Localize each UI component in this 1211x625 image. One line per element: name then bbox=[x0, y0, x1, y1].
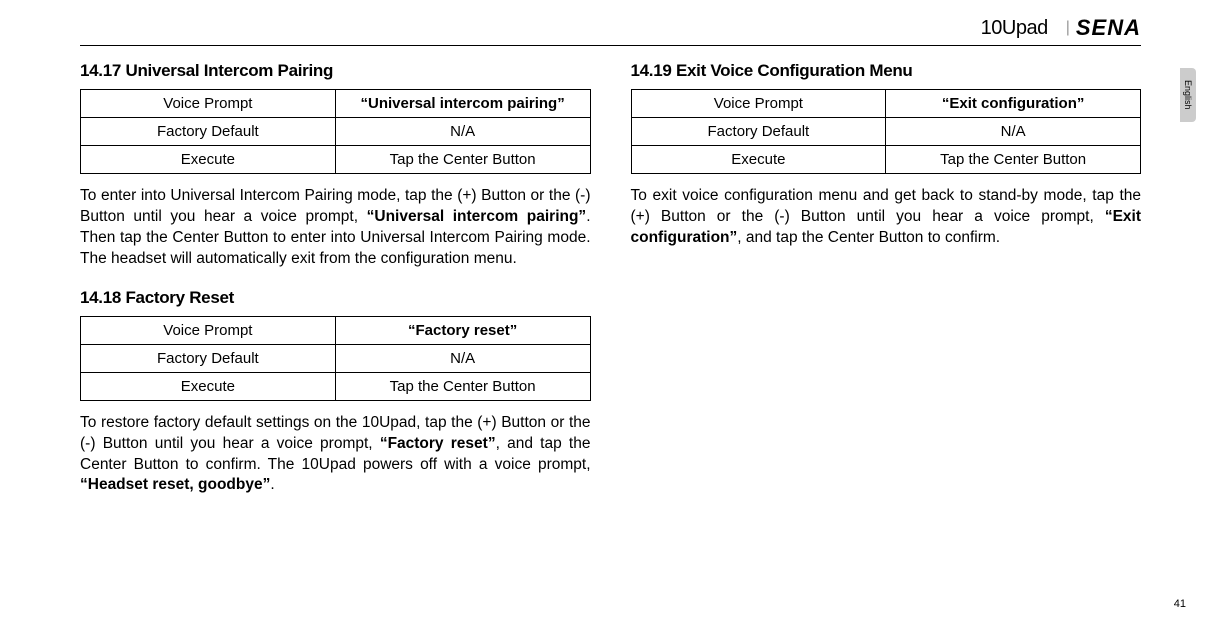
main-content: 14.17 Universal Intercom Pairing Voice P… bbox=[80, 61, 1141, 514]
page-header: 10Upad | SENA bbox=[80, 15, 1141, 46]
table-1419: Voice Prompt “Exit configuration” Factor… bbox=[631, 89, 1142, 174]
table-cell: Voice Prompt bbox=[81, 316, 336, 344]
table-1417: Voice Prompt “Universal intercom pairing… bbox=[80, 89, 591, 174]
paragraph-1417: To enter into Universal Intercom Pairing… bbox=[80, 186, 591, 270]
paragraph-1418: To restore factory default settings on t… bbox=[80, 413, 591, 497]
table-cell: N/A bbox=[335, 344, 590, 372]
table-cell: Factory Default bbox=[81, 344, 336, 372]
section-heading-1418: 14.18 Factory Reset bbox=[80, 288, 591, 308]
right-column: 14.19 Exit Voice Configuration Menu Voic… bbox=[631, 61, 1142, 514]
table-cell: Execute bbox=[631, 146, 886, 174]
text: To exit voice configuration menu and get… bbox=[631, 187, 1142, 225]
page-number: 41 bbox=[1174, 598, 1186, 610]
divider: | bbox=[1066, 19, 1070, 37]
language-tab: English bbox=[1180, 68, 1196, 122]
text-bold: “Factory reset” bbox=[380, 435, 496, 452]
table-cell: Execute bbox=[81, 146, 336, 174]
text-bold: “Universal intercom pairing” bbox=[367, 208, 587, 225]
paragraph-1419: To exit voice configuration menu and get… bbox=[631, 186, 1142, 249]
text: , and tap the Center Button to confirm. bbox=[737, 229, 1000, 246]
section-heading-1419: 14.19 Exit Voice Configuration Menu bbox=[631, 61, 1142, 81]
table-cell: “Universal intercom pairing” bbox=[335, 90, 590, 118]
table-cell: Tap the Center Button bbox=[335, 372, 590, 400]
table-cell: “Exit configuration” bbox=[886, 90, 1141, 118]
table-cell: Factory Default bbox=[631, 118, 886, 146]
table-cell: Voice Prompt bbox=[81, 90, 336, 118]
table-cell: Tap the Center Button bbox=[886, 146, 1141, 174]
table-cell: Factory Default bbox=[81, 118, 336, 146]
text-bold: “Headset reset, goodbye” bbox=[80, 476, 270, 493]
product-name: 10Upad bbox=[981, 17, 1048, 40]
table-cell: Execute bbox=[81, 372, 336, 400]
section-heading-1417: 14.17 Universal Intercom Pairing bbox=[80, 61, 591, 81]
brand-logo: SENA bbox=[1076, 15, 1141, 41]
table-cell: N/A bbox=[886, 118, 1141, 146]
table-1418: Voice Prompt “Factory reset” Factory Def… bbox=[80, 316, 591, 401]
left-column: 14.17 Universal Intercom Pairing Voice P… bbox=[80, 61, 591, 514]
table-cell: N/A bbox=[335, 118, 590, 146]
table-cell: Tap the Center Button bbox=[335, 146, 590, 174]
table-cell: “Factory reset” bbox=[335, 316, 590, 344]
table-cell: Voice Prompt bbox=[631, 90, 886, 118]
text: . bbox=[270, 476, 274, 493]
